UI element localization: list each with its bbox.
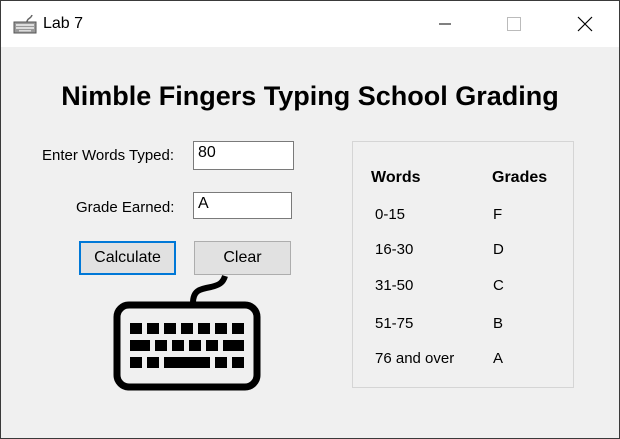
row-words: 0-15	[375, 206, 406, 223]
row-words: 16-30	[375, 241, 414, 258]
close-icon	[577, 16, 593, 32]
minimize-button[interactable]	[422, 1, 468, 47]
title-bar: Lab 7	[1, 1, 619, 47]
minimize-icon	[439, 23, 451, 25]
grade-earned-output[interactable]: A	[193, 192, 292, 219]
grade-table: Words Grades 0-15 F 16-30 D 31-50 C 51-7…	[352, 141, 574, 388]
clear-button[interactable]: Clear	[194, 241, 291, 275]
row-words: 51-75	[375, 315, 414, 332]
row-grade: C	[493, 277, 504, 294]
maximize-icon	[507, 17, 521, 31]
row-grade: B	[493, 315, 504, 332]
words-typed-label: Enter Words Typed:	[42, 147, 175, 164]
maximize-button[interactable]	[491, 1, 537, 47]
calculate-button[interactable]: Calculate	[79, 241, 176, 275]
row-words: 31-50	[375, 277, 414, 294]
row-words: 76 and over	[375, 350, 455, 367]
keyboard-app-icon	[13, 14, 37, 34]
page-title: Nimble Fingers Typing School Grading	[61, 81, 559, 111]
grade-earned-label: Grade Earned:	[76, 199, 175, 216]
header-words: Words	[371, 169, 421, 186]
close-button[interactable]	[562, 1, 608, 47]
row-grade: A	[493, 350, 504, 367]
app-window: Lab 7 Nimble Fingers Typing School Gradi…	[0, 0, 620, 439]
window-title: Lab 7	[43, 15, 84, 32]
header-grades: Grades	[492, 169, 548, 186]
words-typed-input[interactable]: 80	[193, 141, 294, 170]
keyboard-icon	[113, 275, 261, 391]
row-grade: F	[493, 206, 503, 223]
row-grade: D	[493, 241, 504, 258]
